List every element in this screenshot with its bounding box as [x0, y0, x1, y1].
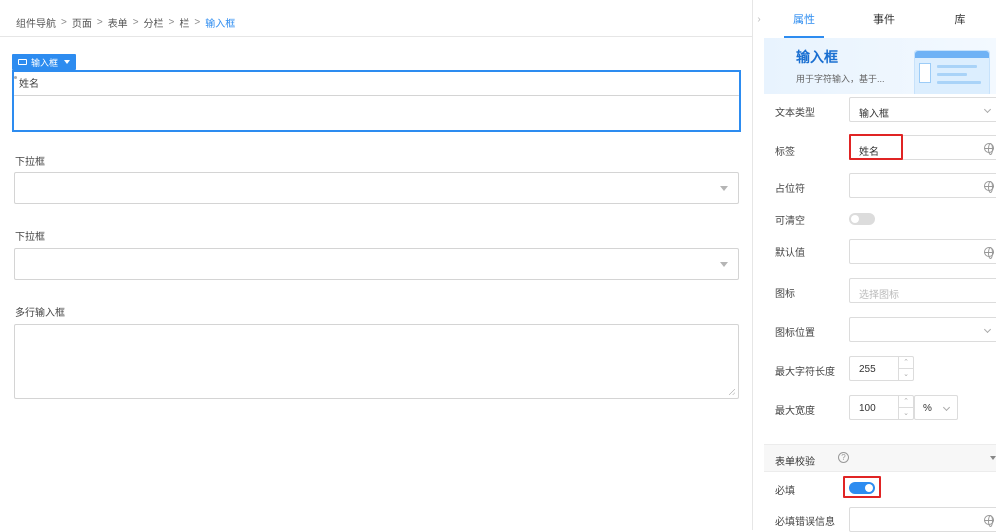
prop-label-required-msg: 必填错误信息 — [775, 517, 835, 528]
breadcrumb-current: 输入框 — [205, 19, 236, 30]
field-label-dropdown-1: 下拉框 — [15, 157, 45, 168]
default-value-input[interactable] — [849, 239, 996, 264]
globe-icon[interactable] — [984, 181, 994, 193]
multiline-textarea[interactable] — [14, 324, 739, 399]
component-title: 输入框 — [796, 49, 838, 65]
breadcrumb-item[interactable]: 组件导航 — [16, 15, 56, 30]
prop-label-required: 必填 — [775, 486, 795, 497]
breadcrumb-separator: > — [61, 17, 67, 28]
tab-library[interactable]: 库 — [924, 0, 996, 38]
clearable-switch[interactable] — [849, 213, 875, 225]
width-unit-value: % — [923, 403, 932, 414]
placeholder-input[interactable] — [849, 173, 996, 198]
globe-icon[interactable] — [984, 247, 994, 259]
dropdown-select-2[interactable] — [14, 248, 739, 280]
selected-component-name: 输入框 — [31, 57, 59, 68]
dropdown-select-1[interactable] — [14, 172, 739, 204]
prop-label-max-width: 最大宽度 — [775, 406, 815, 417]
caret-down-icon[interactable] — [64, 60, 71, 64]
prop-label-clearable: 可清空 — [775, 216, 805, 227]
stepper-up-icon[interactable]: ⌃ — [899, 396, 913, 408]
prop-label-default: 默认值 — [775, 248, 805, 259]
text-type-select[interactable]: 输入框 — [849, 97, 996, 122]
prop-label-placeholder: 占位符 — [775, 184, 805, 195]
dropdown-arrow-icon — [720, 186, 728, 191]
resize-handle-icon[interactable] — [729, 389, 735, 395]
globe-icon[interactable] — [984, 143, 994, 155]
breadcrumb-separator: > — [96, 17, 103, 28]
selected-component-tag[interactable]: 输入框 — [12, 54, 77, 70]
prop-label-text-type: 文本类型 — [775, 108, 815, 119]
input-box-icon — [18, 59, 27, 65]
max-width-value: 100 — [859, 403, 876, 414]
breadcrumb: 组件导航 > 页面 > 表单 > 分栏 > 栏 > 输入框 — [16, 15, 235, 30]
icon-position-select[interactable] — [849, 317, 996, 342]
component-info-banner: 输入框 用于字符输入，基于... — [764, 38, 996, 94]
stepper-up-icon[interactable]: ⌃ — [899, 357, 913, 369]
input-illustration-icon — [914, 50, 990, 94]
breadcrumb-separator: > — [194, 17, 201, 28]
section-title: 表单校验 — [775, 457, 815, 468]
stepper-down-icon[interactable]: ⌄ — [899, 369, 913, 381]
prop-label-icon-position: 图标位置 — [775, 328, 815, 339]
tab-properties[interactable]: 属性 — [764, 0, 844, 38]
chevron-down-icon — [942, 403, 951, 412]
breadcrumb-item[interactable]: 分栏 — [144, 15, 164, 30]
max-length-value: 255 — [859, 364, 876, 375]
icon-picker-placeholder: 选择图标 — [859, 290, 899, 301]
stepper-down-icon[interactable]: ⌄ — [899, 408, 913, 420]
highlight-box-label — [849, 134, 903, 160]
globe-icon[interactable] — [984, 515, 994, 527]
field-label-name: 姓名 — [19, 79, 39, 90]
required-message-input[interactable] — [849, 507, 996, 532]
stepper-controls: ⌃ ⌄ — [898, 357, 913, 380]
max-width-stepper[interactable]: 100 ⌃ ⌄ — [849, 395, 914, 420]
chevron-down-icon — [983, 105, 992, 114]
prop-label-icon: 图标 — [775, 289, 795, 300]
prop-label-label: 标签 — [775, 147, 795, 158]
chevron-down-icon — [983, 325, 992, 334]
breadcrumb-separator: > — [168, 17, 175, 28]
dropdown-arrow-icon — [720, 262, 728, 267]
tab-events[interactable]: 事件 — [844, 0, 924, 38]
prop-label-max-length: 最大字符长度 — [775, 367, 835, 378]
field-label-dropdown-2: 下拉框 — [15, 232, 45, 243]
caret-down-icon — [990, 456, 996, 460]
highlight-box-required — [843, 476, 881, 498]
form-canvas: 输入框 姓名 下拉框 下拉框 多行输入框 — [0, 37, 752, 530]
form-validation-section[interactable]: 表单校验 ? — [764, 444, 996, 472]
width-unit-select[interactable]: % — [914, 395, 958, 420]
collapse-panel-button[interactable]: › — [754, 0, 764, 38]
name-input[interactable] — [16, 96, 737, 127]
breadcrumb-item[interactable]: 页面 — [72, 15, 92, 30]
breadcrumb-item[interactable]: 栏 — [179, 15, 189, 30]
help-icon[interactable]: ? — [838, 452, 849, 463]
switch-knob — [851, 215, 859, 223]
required-dot-icon — [14, 76, 17, 79]
breadcrumb-item[interactable]: 表单 — [108, 15, 128, 30]
max-length-stepper[interactable]: 255 ⌃ ⌄ — [849, 356, 914, 381]
breadcrumb-separator: > — [132, 17, 139, 28]
field-label-textarea: 多行输入框 — [15, 308, 65, 319]
text-type-value: 输入框 — [859, 109, 889, 120]
icon-picker-input[interactable]: 选择图标 — [849, 278, 996, 303]
stepper-controls: ⌃ ⌄ — [898, 396, 913, 419]
panel-tabs: 属性 事件 库 — [764, 0, 996, 38]
component-description: 用于字符输入，基于... — [796, 74, 885, 84]
